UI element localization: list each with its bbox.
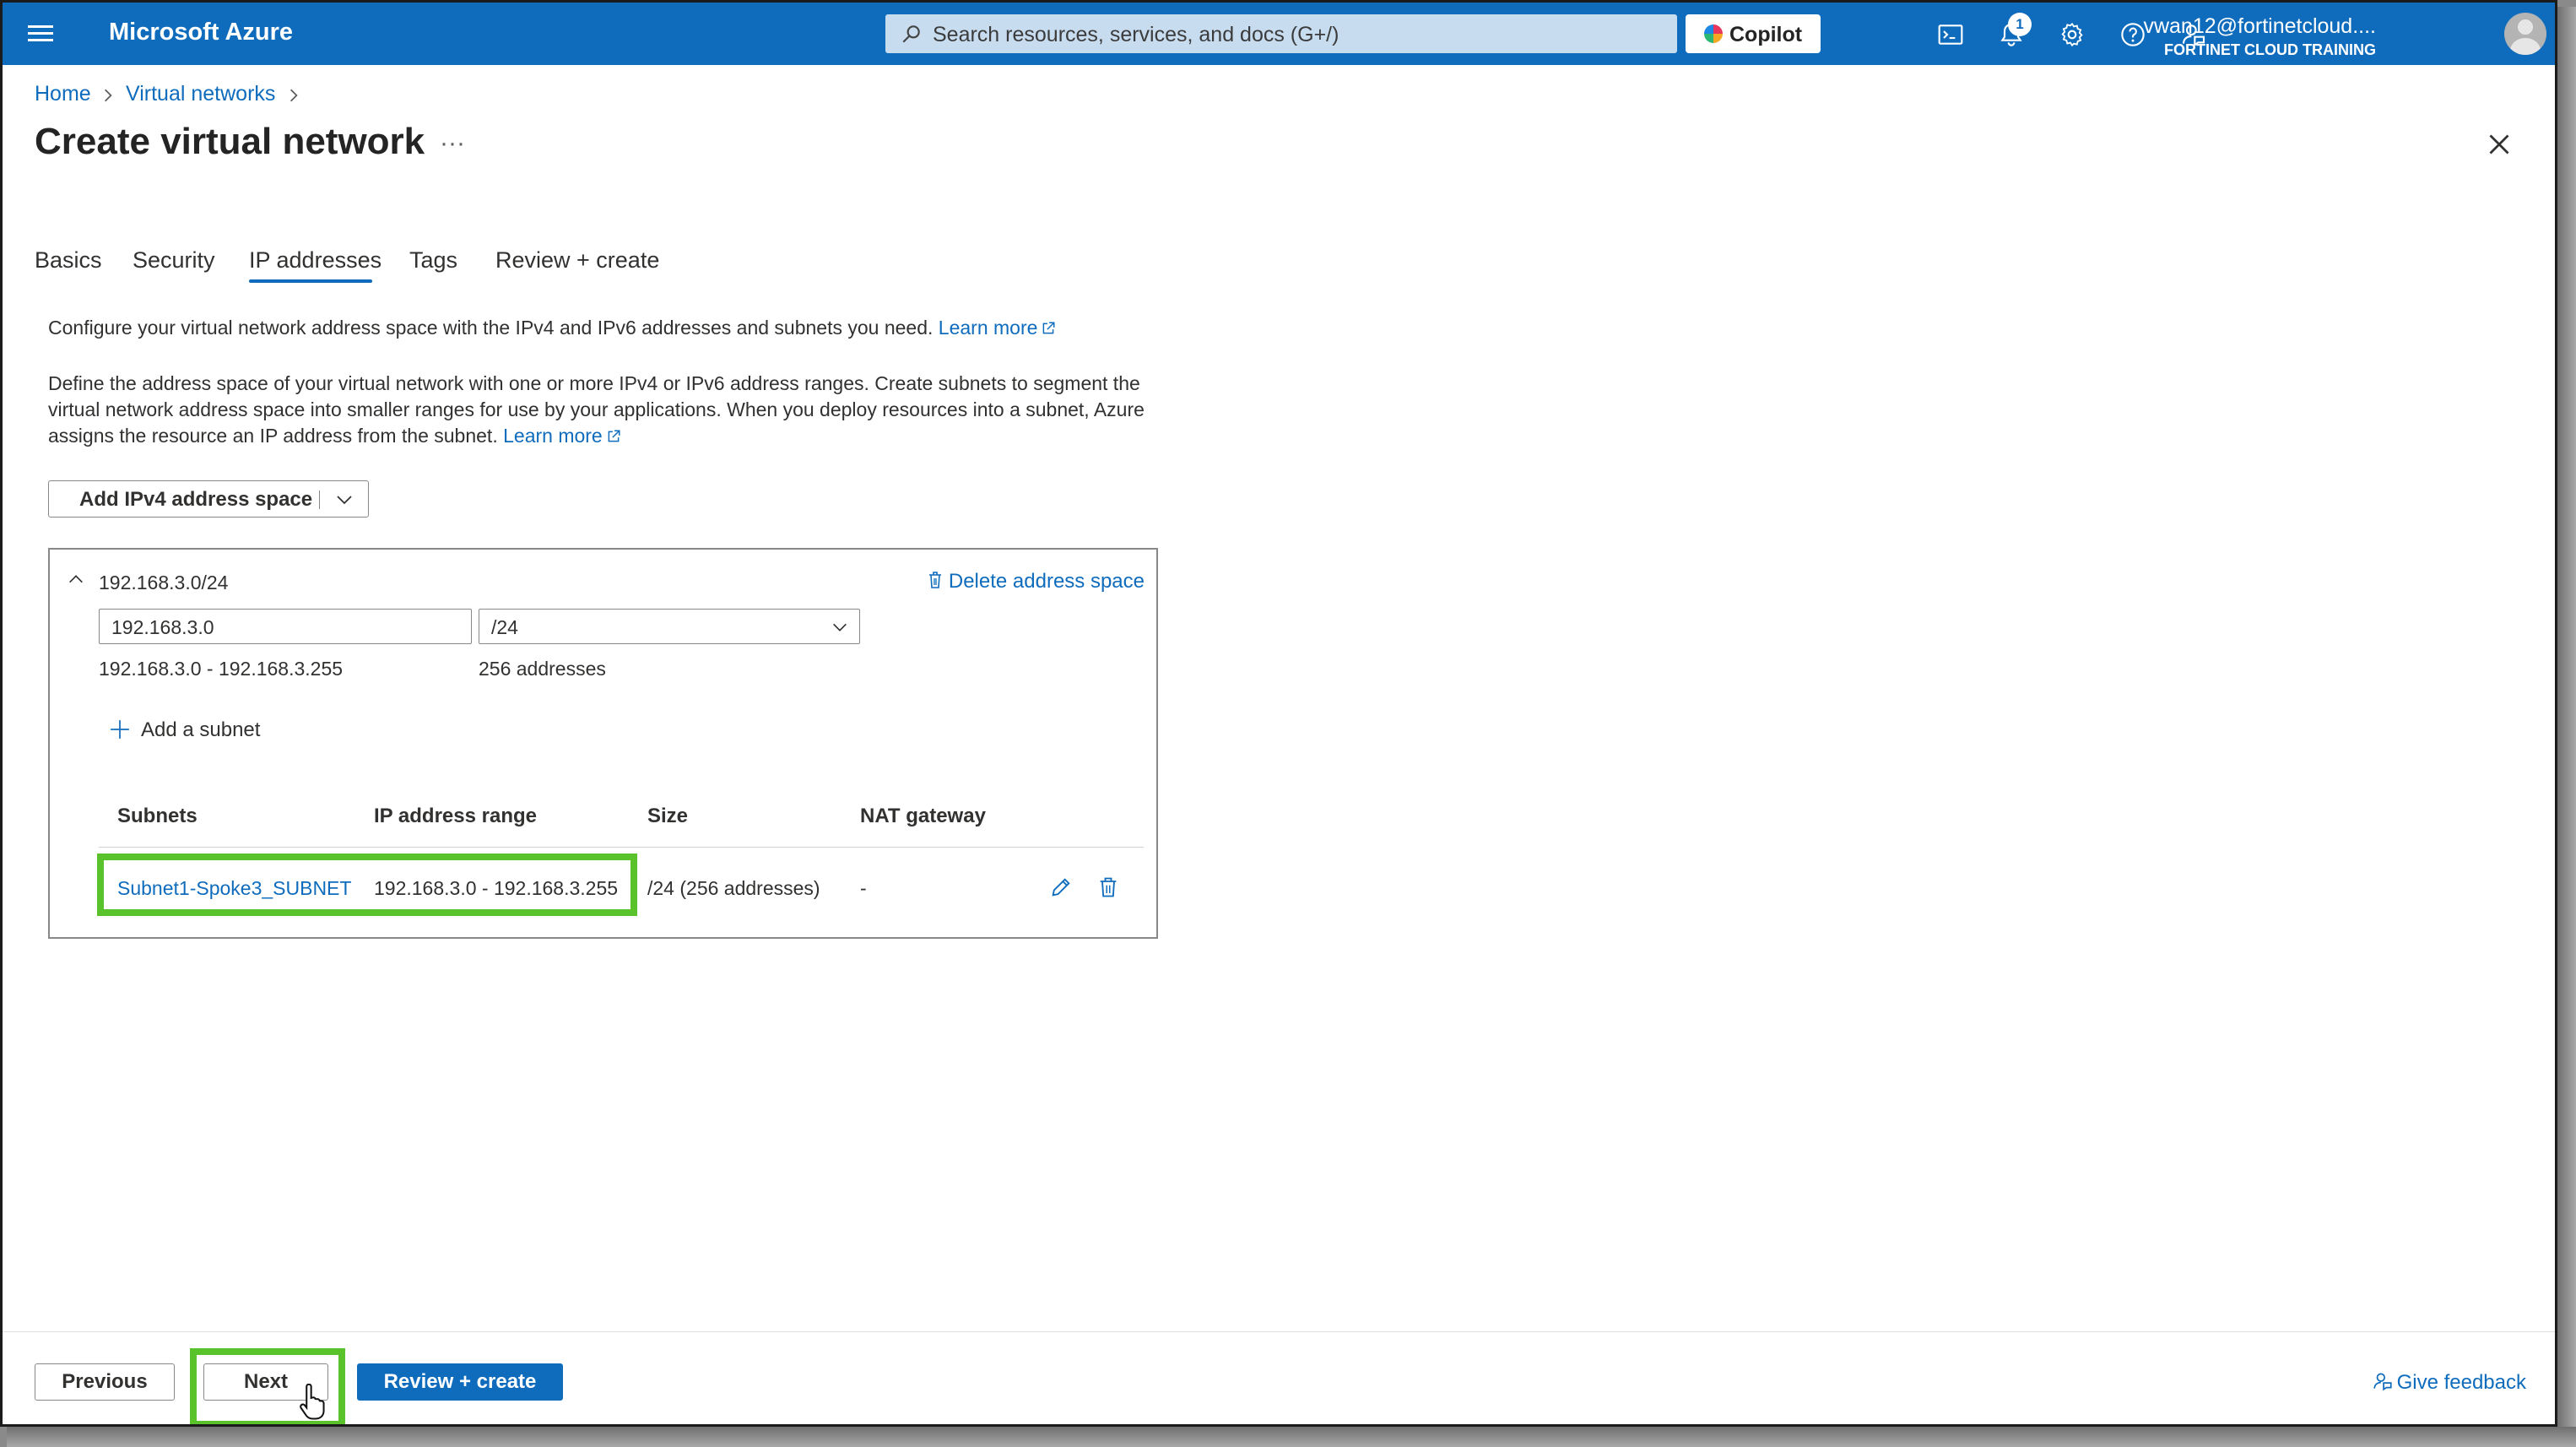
avatar[interactable] (2504, 13, 2546, 55)
delete-address-space-button[interactable]: Delete address space (927, 570, 1145, 593)
active-tab-indicator (249, 279, 372, 283)
tab-tags[interactable]: Tags (409, 247, 457, 274)
description-text: Define the address space of your virtual… (48, 371, 1188, 449)
split-divider (319, 490, 320, 509)
menu-icon[interactable] (28, 21, 53, 46)
chevron-down-icon[interactable] (334, 490, 354, 510)
column-header-size: Size (647, 805, 689, 827)
subnet-nat-gateway: - (860, 877, 867, 899)
address-range: 192.168.3.0 - 192.168.3.255 (99, 658, 344, 680)
external-link-icon (1043, 322, 1055, 334)
azure-portal-window: Microsoft Azure Search resources, servic… (0, 0, 2557, 1427)
description-line: virtual network address space into small… (48, 398, 1145, 420)
footer-divider (3, 1331, 2555, 1332)
search-placeholder: Search resources, services, and docs (G+… (933, 23, 1339, 46)
description-line: Define the address space of your virtual… (48, 372, 1140, 394)
give-feedback-link[interactable]: Give feedback (2372, 1370, 2526, 1395)
copilot-label: Copilot (1729, 23, 1803, 46)
description-line: assigns the resource an IP address from … (48, 425, 498, 447)
help-icon[interactable] (2119, 21, 2146, 48)
cloud-shell-icon[interactable] (1937, 21, 1964, 48)
breadcrumb-home[interactable]: Home (35, 82, 91, 106)
add-subnet-button[interactable]: Add a subnet (109, 718, 260, 742)
column-header-nat-gateway: NAT gateway (860, 805, 986, 827)
learn-more-link[interactable]: Learn more (503, 425, 603, 447)
tab-ip-addresses[interactable]: IP addresses (249, 247, 382, 274)
tab-security[interactable]: Security (133, 247, 215, 274)
chevron-up-icon[interactable] (67, 570, 85, 588)
chevron-right-icon (290, 89, 298, 102)
address-input[interactable]: 192.168.3.0 (99, 609, 472, 644)
intro-text: Configure your virtual network address s… (48, 315, 1188, 341)
brand-name[interactable]: Microsoft Azure (109, 19, 293, 46)
prefix-value: /24 (491, 616, 518, 638)
notification-badge: 1 (2008, 13, 2032, 36)
previous-button[interactable]: Previous (35, 1363, 175, 1401)
chevron-right-icon (104, 89, 112, 102)
edit-icon[interactable] (1049, 875, 1073, 899)
column-header-subnets: Subnets (117, 805, 198, 827)
prefix-select[interactable]: /24 (479, 609, 860, 644)
add-ipv4-address-space-button[interactable]: Add IPv4 address space (48, 480, 369, 518)
trash-icon (928, 572, 941, 588)
copilot-button[interactable]: Copilot (1686, 14, 1821, 53)
more-options-button[interactable]: ··· (440, 129, 465, 158)
review-create-button[interactable]: Review + create (357, 1363, 563, 1401)
tab-basics[interactable]: Basics (35, 247, 102, 274)
feedback-icon (2373, 1373, 2392, 1391)
page-title: Create virtual network (35, 121, 425, 162)
address-space-title: 192.168.3.0/24 (99, 572, 229, 593)
delete-address-space-label: Delete address space (948, 570, 1145, 593)
search-box[interactable]: Search resources, services, and docs (G+… (885, 14, 1677, 53)
top-bar: Microsoft Azure Search resources, servic… (3, 3, 2555, 65)
user-org[interactable]: FORTINET CLOUD TRAINING (2164, 41, 2376, 59)
trash-icon[interactable] (1096, 875, 1120, 899)
table-divider (99, 847, 1144, 848)
give-feedback-label: Give feedback (2396, 1371, 2526, 1394)
chevron-down-icon (833, 623, 847, 631)
learn-more-link[interactable]: Learn more (939, 317, 1038, 339)
external-link-icon (608, 430, 620, 442)
window-shadow (7, 1427, 2576, 1447)
tab-review-create[interactable]: Review + create (495, 247, 659, 274)
breadcrumb-virtual-networks[interactable]: Virtual networks (126, 82, 275, 106)
add-subnet-label: Add a subnet (141, 718, 261, 741)
hand-cursor-icon (300, 1384, 325, 1420)
gear-icon[interactable] (2059, 21, 2086, 48)
search-icon (902, 25, 920, 43)
plus-icon (111, 720, 129, 739)
intro-sentence: Configure your virtual network address s… (48, 317, 934, 339)
address-count: 256 addresses (479, 658, 606, 680)
copilot-icon (1704, 24, 1723, 43)
subnet-row-highlight (97, 854, 637, 916)
user-email[interactable]: vwan12@fortinetcloud.... (2143, 14, 2376, 39)
close-icon[interactable] (2484, 129, 2514, 160)
subnet-size: /24 (256 addresses) (647, 877, 820, 899)
column-header-ip-range: IP address range (374, 805, 537, 827)
window-shadow (2557, 7, 2576, 1447)
add-space-label: Add IPv4 address space (79, 488, 313, 511)
